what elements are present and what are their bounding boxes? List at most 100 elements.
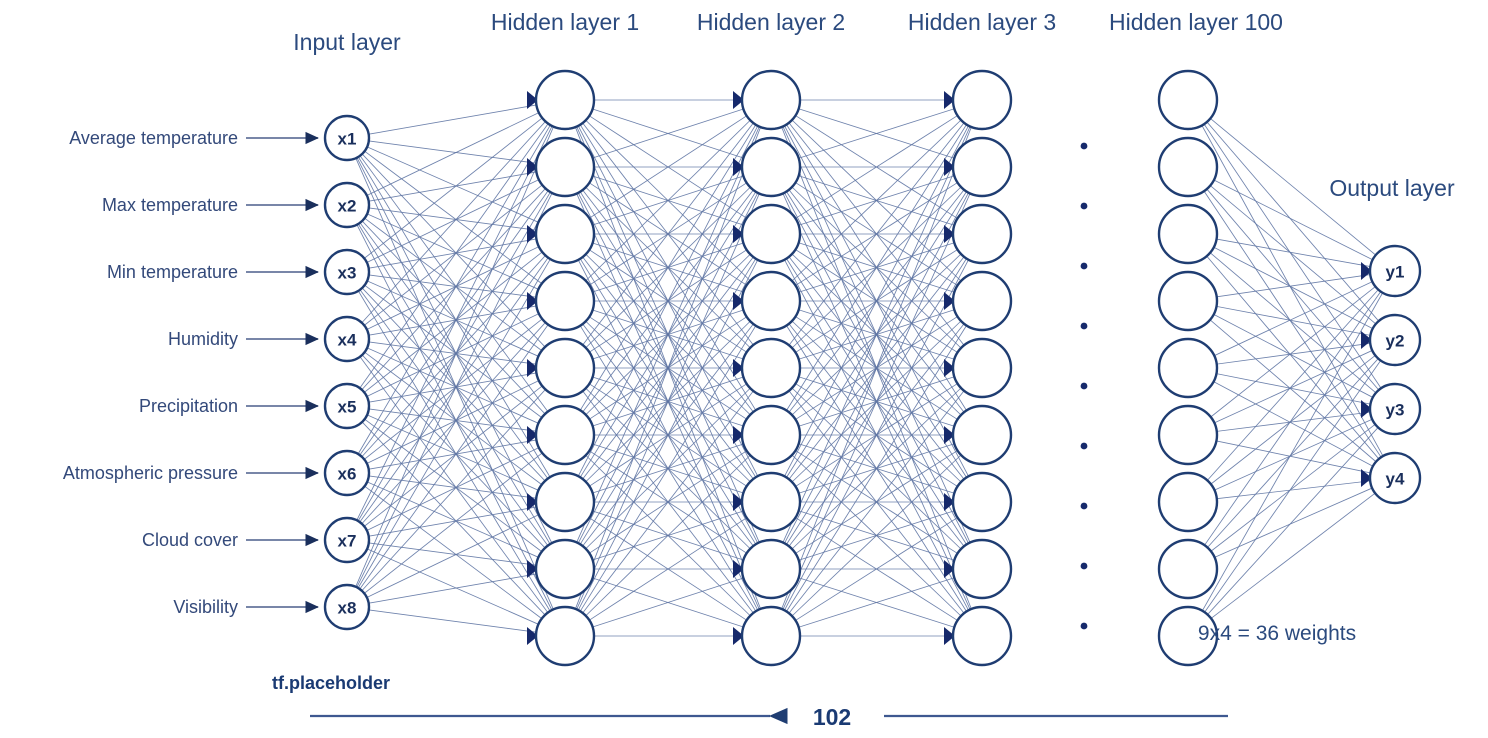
input-node--label: x1 <box>338 130 357 149</box>
input-node-6[interactable]: x6 <box>323 449 371 497</box>
hidden100-node-6[interactable] <box>1157 404 1219 466</box>
input-node-3[interactable]: x3 <box>323 248 371 296</box>
connection-edges <box>355 99 1384 637</box>
hidden100-node-4[interactable] <box>1157 270 1219 332</box>
hidden3-node--circle <box>951 471 1013 533</box>
hidden2-node--circle <box>740 69 802 131</box>
connection-edge <box>1216 373 1371 405</box>
neural-network-diagram: x1 x2 x3 x4 x5 x6 x7 x8 y1 y2 y3 y4 Average tempera… <box>63 9 1455 730</box>
connection-edge <box>368 238 537 269</box>
connection-edge <box>1209 185 1377 325</box>
connection-edge <box>1210 423 1376 552</box>
hidden1-node-8[interactable] <box>534 538 596 600</box>
hidden2-node--circle <box>740 270 802 332</box>
input-node-4[interactable]: x4 <box>323 315 371 363</box>
hidden1-node--circle <box>534 270 596 332</box>
input-node-7[interactable]: x7 <box>323 516 371 564</box>
hidden2-node-6[interactable] <box>740 404 802 466</box>
feature-label: Max temperature <box>102 195 238 215</box>
connection-edge <box>368 372 537 403</box>
hidden1-node-7[interactable] <box>534 471 596 533</box>
hidden2-node--circle <box>740 203 802 265</box>
connection-edge <box>1209 319 1377 463</box>
layer-titles: Input layer Hidden layer 1 Hidden layer 2 H… <box>293 9 1455 201</box>
hidden100-node--circle <box>1157 69 1219 131</box>
hidden1-node--circle <box>534 404 596 466</box>
hidden2-node-8[interactable] <box>740 538 802 600</box>
hidden1-node-6[interactable] <box>534 404 596 466</box>
hidden100-node--circle <box>1157 538 1219 600</box>
connection-edge <box>355 126 554 587</box>
ellipsis-dot <box>1080 562 1088 570</box>
hidden2-node-5[interactable] <box>740 337 802 399</box>
hidden2-node-1[interactable] <box>740 69 802 131</box>
hidden100-node--circle <box>1157 203 1219 265</box>
output-node-3[interactable]: y3 <box>1368 382 1422 436</box>
hidden100-node-3[interactable] <box>1157 203 1219 265</box>
hidden1-node-9[interactable] <box>534 605 596 667</box>
input-node--label: x8 <box>338 599 357 618</box>
hidden3-node-9[interactable] <box>951 605 1013 667</box>
connection-edge <box>364 150 543 284</box>
input-node--label: x5 <box>338 398 357 417</box>
hidden3-node--circle <box>951 404 1013 466</box>
hidden100-node-5[interactable] <box>1157 337 1219 399</box>
connection-edge <box>1207 427 1379 615</box>
hidden2-node--circle <box>740 404 802 466</box>
connection-edge <box>361 255 546 458</box>
hidden3-node-4[interactable] <box>951 270 1013 332</box>
diagram-canvas: x1 x2 x3 x4 x5 x6 x7 x8 y1 y2 y3 y4 Average tempera… <box>0 0 1488 738</box>
hidden3-node-3[interactable] <box>951 203 1013 265</box>
connection-edge <box>1216 305 1371 336</box>
hidden3-node-5[interactable] <box>951 337 1013 399</box>
weights-count-annotation: 9x4 = 36 weights <box>1198 622 1356 645</box>
hidden3-node--circle <box>951 538 1013 600</box>
hidden3-node-6[interactable] <box>951 404 1013 466</box>
hidden1-node-1[interactable] <box>534 69 596 131</box>
output-node-1[interactable]: y1 <box>1368 244 1422 298</box>
connection-edge <box>368 609 537 633</box>
input-node--label: x6 <box>338 465 357 484</box>
ellipsis-dot <box>1080 142 1088 150</box>
connection-edge <box>368 274 537 298</box>
hidden3-node--circle <box>951 203 1013 265</box>
connection-edge <box>1213 246 1373 329</box>
hidden2-node-9[interactable] <box>740 605 802 667</box>
hidden1-node--circle <box>534 203 596 265</box>
input-node-1[interactable]: x1 <box>323 114 371 162</box>
hidden1-node-2[interactable] <box>534 136 596 198</box>
connection-edge <box>368 104 537 135</box>
output-node-4[interactable]: y4 <box>1368 451 1422 505</box>
feature-label: Precipitation <box>139 396 238 416</box>
hidden2-node-7[interactable] <box>740 471 802 533</box>
feature-label: Atmospheric pressure <box>63 463 238 483</box>
hidden3-node--circle <box>951 270 1013 332</box>
input-node-2[interactable]: x2 <box>323 181 371 229</box>
hidden1-node-5[interactable] <box>534 337 596 399</box>
span-indicator: 102 <box>310 704 1228 730</box>
hidden1-node--circle <box>534 136 596 198</box>
hidden3-node--circle <box>951 69 1013 131</box>
hidden2-node-4[interactable] <box>740 270 802 332</box>
hidden100-node-2[interactable] <box>1157 136 1219 198</box>
hidden3-node-7[interactable] <box>951 471 1013 533</box>
hidden100-node-7[interactable] <box>1157 471 1219 533</box>
hidden1-node-4[interactable] <box>534 270 596 332</box>
tf-placeholder-annotation: tf.placeholder <box>272 673 390 693</box>
connection-edge <box>368 573 537 604</box>
connection-edge <box>1203 190 1382 458</box>
hidden2-node-3[interactable] <box>740 203 802 265</box>
feature-label: Cloud cover <box>142 530 238 550</box>
hidden-layer-3-title: Hidden layer 3 <box>908 9 1056 35</box>
hidden1-node-3[interactable] <box>534 203 596 265</box>
input-node-8[interactable]: x8 <box>323 583 371 631</box>
hidden100-node-8[interactable] <box>1157 538 1219 600</box>
hidden2-node-2[interactable] <box>740 136 802 198</box>
input-node-5[interactable]: x5 <box>323 382 371 430</box>
hidden-layers-ellipsis <box>1080 142 1088 630</box>
hidden3-node-1[interactable] <box>951 69 1013 131</box>
hidden100-node-1[interactable] <box>1157 69 1219 131</box>
output-node-2[interactable]: y2 <box>1368 313 1422 367</box>
hidden3-node-8[interactable] <box>951 538 1013 600</box>
hidden3-node-2[interactable] <box>951 136 1013 198</box>
